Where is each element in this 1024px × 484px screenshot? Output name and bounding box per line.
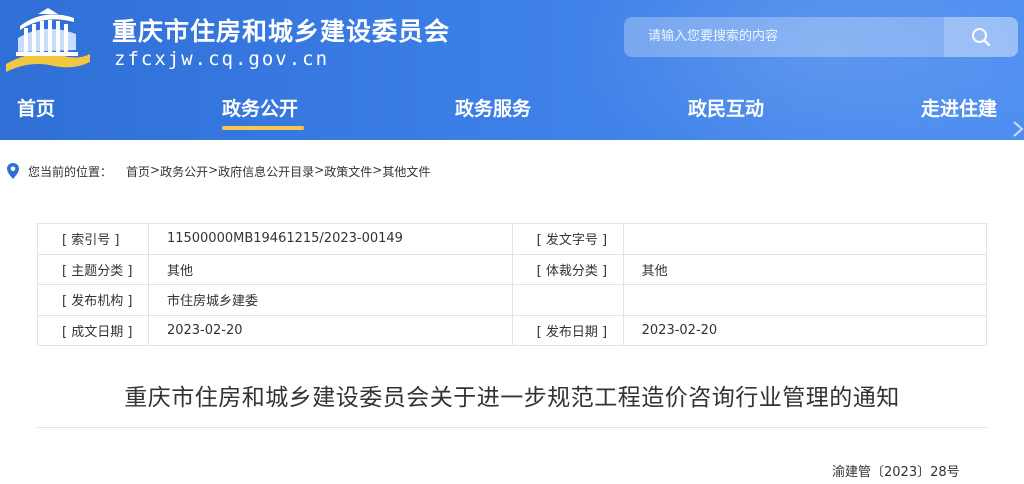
breadcrumb-separator: > [208, 162, 219, 177]
publisher-label: [ 发布机构 ] [37, 284, 149, 316]
empty-label-cell [511, 284, 624, 316]
document-number-label: [ 发文字号 ] [511, 223, 624, 255]
location-pin-icon [7, 163, 19, 179]
breadcrumb: 您当前的位置： 首页 > 政务公开 > 政府信息公开目录 > 政策文件 > 其他… [6, 161, 430, 181]
empty-value-cell [622, 284, 988, 316]
breadcrumb-separator: > [372, 162, 383, 177]
breadcrumb-separator: > [150, 162, 161, 177]
article-title: 重庆市住房和城乡建设委员会关于进一步规范工程造价咨询行业管理的通知 [124, 385, 900, 411]
nav-active-underline [222, 126, 304, 130]
breadcrumb-item-home[interactable]: 首页 [126, 163, 150, 180]
index-number-value: 11500000MB19461215/2023-00149 [147, 223, 513, 255]
site-title[interactable]: 重庆市住房和城乡建设委员会 [112, 12, 450, 48]
search-icon [972, 28, 991, 47]
topic-category-label: [ 主题分类 ] [37, 253, 149, 285]
breadcrumb-item-government-affairs[interactable]: 政务公开 [160, 163, 208, 180]
breadcrumb-trail: 首页 > 政务公开 > 政府信息公开目录 > 政策文件 > 其他文件 [126, 163, 430, 180]
topic-category-value: 其他 [147, 253, 513, 285]
breadcrumb-item-policy-documents[interactable]: 政策文件 [324, 163, 372, 180]
nav-item-about[interactable]: 走进住建 [921, 94, 997, 121]
table-row: [ 主题分类 ] 其他 [ 体裁分类 ] 其他 [37, 253, 988, 285]
written-date-value: 2023-02-20 [147, 314, 513, 346]
nav-item-government-services[interactable]: 政务服务 [455, 94, 531, 121]
nav-item-public-interaction[interactable]: 政民互动 [688, 94, 764, 121]
document-info-table: [ 索引号 ] 11500000MB19461215/2023-00149 [ … [37, 223, 988, 346]
table-row: [ 成文日期 ] 2023-02-20 [ 发布日期 ] 2023-02-20 [37, 314, 988, 346]
publish-date-label: [ 发布日期 ] [511, 314, 624, 346]
breadcrumb-item-other-documents[interactable]: 其他文件 [382, 163, 430, 180]
publisher-value: 市住房城乡建委 [147, 284, 513, 316]
breadcrumb-label: 您当前的位置： [28, 164, 113, 179]
document-number-value [622, 223, 988, 255]
publish-date-value: 2023-02-20 [622, 314, 988, 346]
site-header: 重庆市住房和城乡建设委员会 zfcxjw.cq.gov.cn 请输入您要搜索的内… [0, 0, 1024, 140]
table-row: [ 索引号 ] 11500000MB19461215/2023-00149 [ … [37, 223, 988, 255]
government-building-logo-icon[interactable] [4, 4, 92, 74]
nav-item-government-affairs[interactable]: 政务公开 [222, 94, 298, 121]
main-nav: 首页 政务公开 政务服务 政民互动 走进住建 [0, 88, 1024, 136]
search-input[interactable]: 请输入您要搜索的内容 [624, 17, 944, 57]
written-date-label: [ 成文日期 ] [37, 314, 149, 346]
genre-category-value: 其他 [622, 253, 988, 285]
nav-item-home[interactable]: 首页 [17, 94, 55, 121]
breadcrumb-separator: > [314, 162, 325, 177]
search-button[interactable] [944, 17, 1018, 57]
scroll-edge-icon [1013, 121, 1024, 137]
table-row: [ 发布机构 ] 市住房城乡建委 [37, 284, 988, 316]
genre-category-label: [ 体裁分类 ] [511, 253, 624, 285]
index-number-label: [ 索引号 ] [37, 223, 149, 255]
breadcrumb-item-info-directory[interactable]: 政府信息公开目录 [218, 163, 314, 180]
site-domain: zfcxjw.cq.gov.cn [114, 48, 330, 70]
document-number: 渝建管〔2023〕28号 [832, 465, 960, 480]
title-divider [37, 427, 987, 428]
